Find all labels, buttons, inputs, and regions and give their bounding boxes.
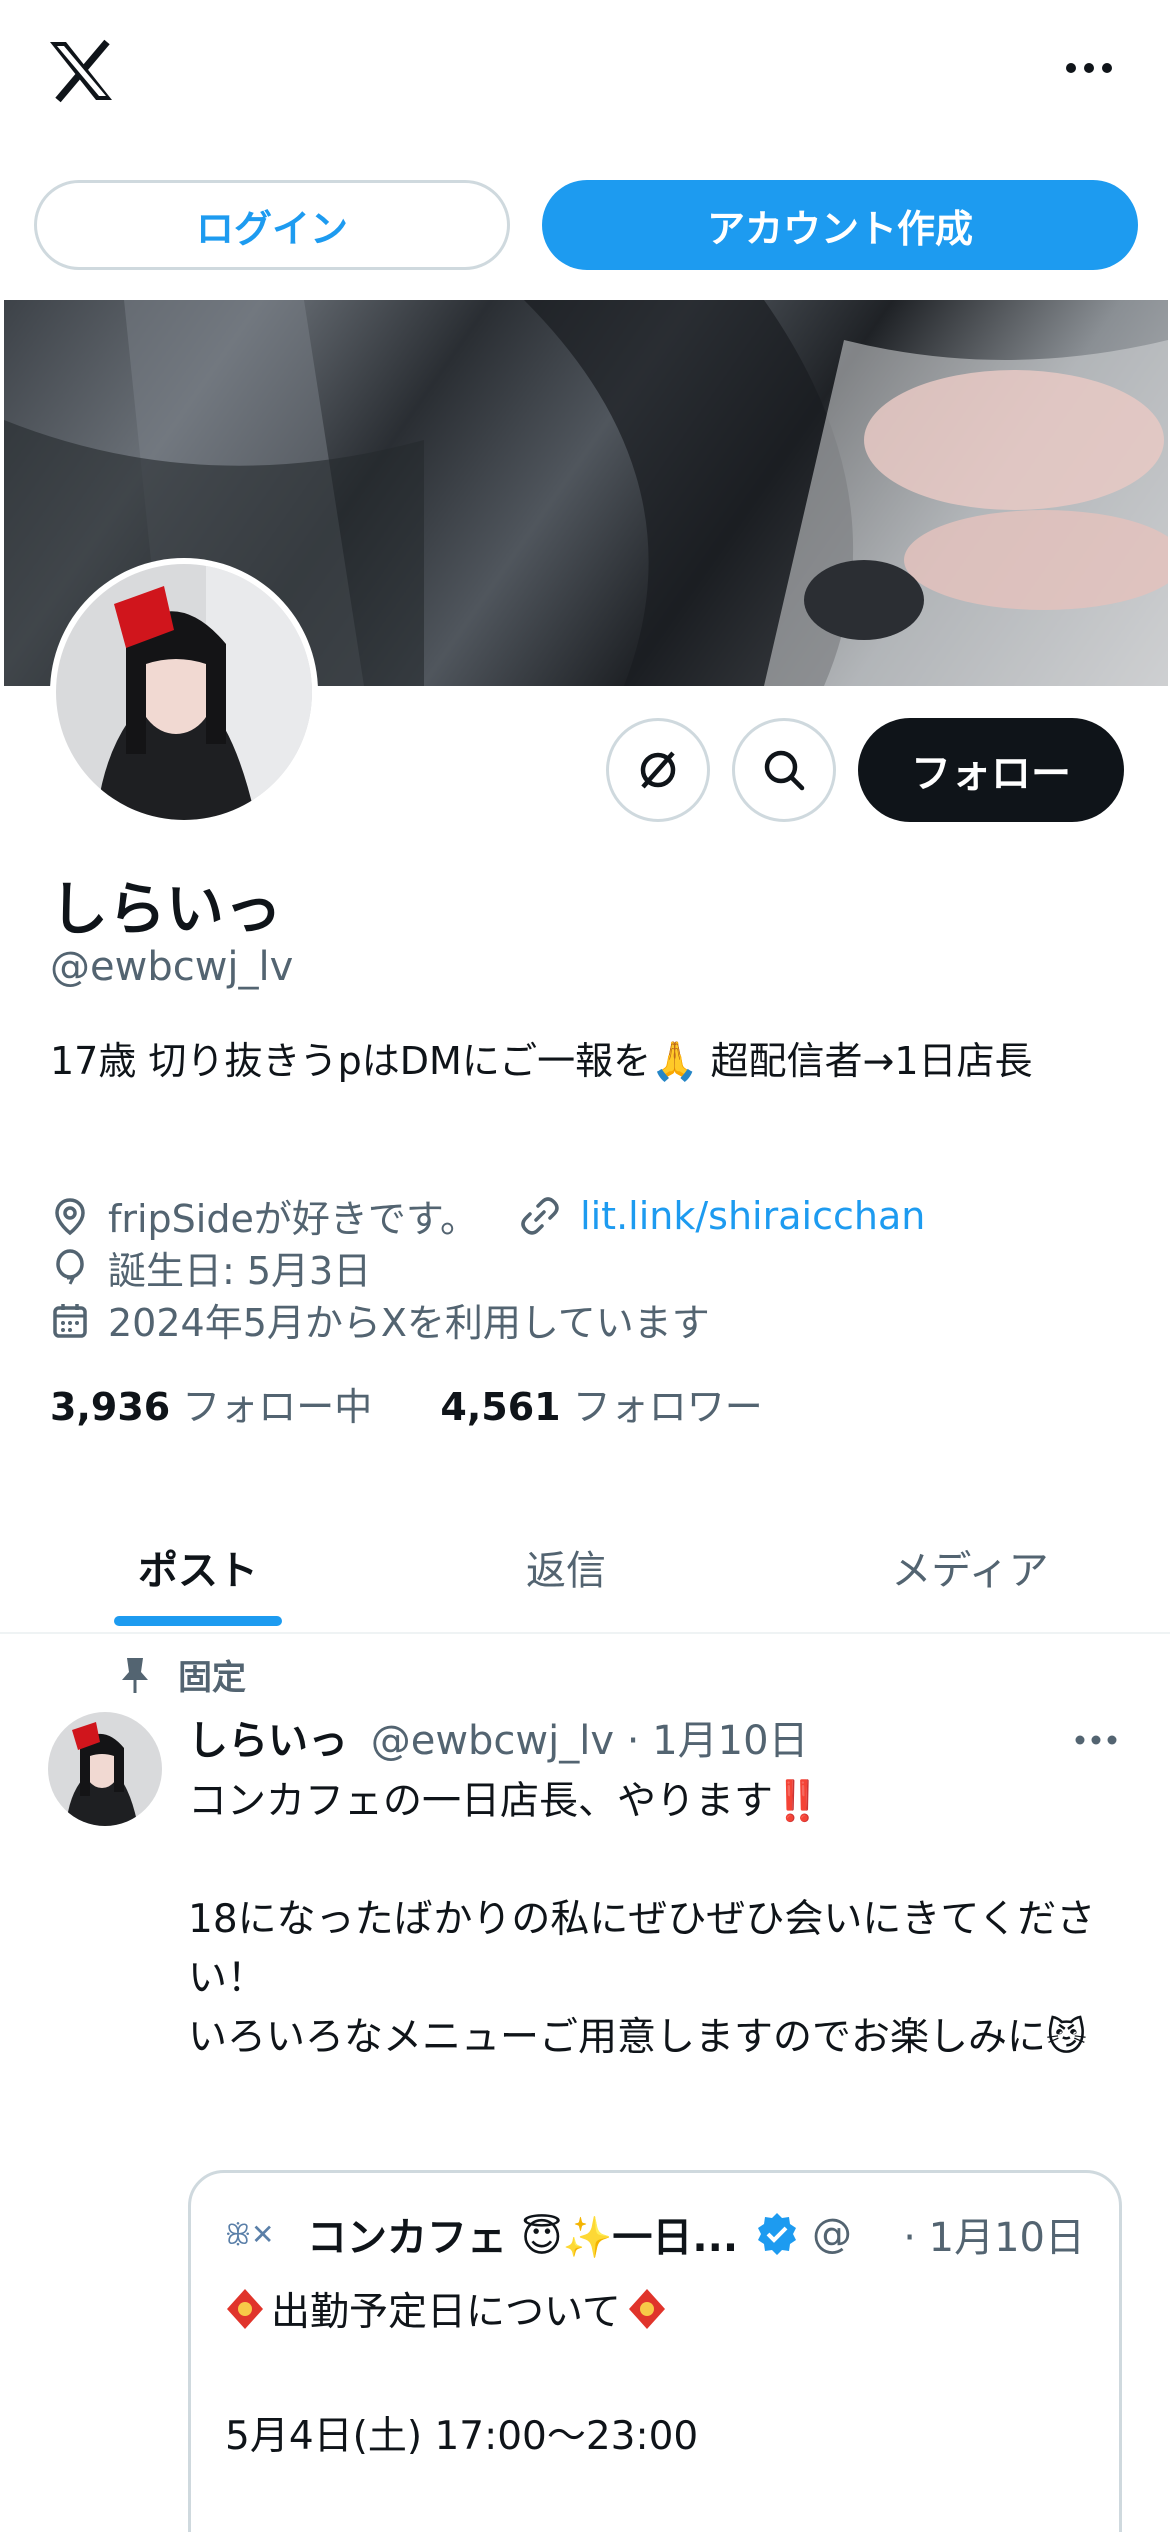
- profile-avatar[interactable]: [50, 558, 318, 826]
- top-bar: [0, 0, 1170, 150]
- quoted-line-1: 出勤予定日について: [225, 2281, 667, 2337]
- post-author-name[interactable]: しらいっ: [188, 1718, 348, 1764]
- grok-icon: [640, 751, 676, 789]
- grok-button[interactable]: [606, 718, 710, 822]
- profile-handle: @ewbcwj_lv: [50, 944, 294, 990]
- location-text: fripSideが好きです。: [108, 1197, 479, 1241]
- post-header: しらいっ @ewbcwj_lv · 1月10日: [188, 1708, 809, 1766]
- followers-link[interactable]: 4,561 フォロワー: [440, 1385, 762, 1429]
- post-text: コンカフェの一日店長、やります‼️ 18になったばかりの私にぜひぜひ会いにきてく…: [188, 1779, 1096, 2060]
- search-button[interactable]: [732, 718, 836, 822]
- quoted-post-date: · 1月10日: [903, 2215, 1085, 2261]
- following-count: 3,936: [50, 1385, 171, 1429]
- red-envelope-icon: [628, 2289, 665, 2329]
- profile-bio: 17歳 切り抜きうpはDMにご一報を🙏 超配信者→1日店長: [50, 1039, 1033, 1083]
- location-icon: [55, 1197, 85, 1235]
- verified-badge-icon: [758, 2213, 797, 2255]
- tab-replies[interactable]: 返信: [366, 1500, 766, 1634]
- following-label: フォロー中: [182, 1385, 373, 1429]
- display-name: しらいっ: [50, 875, 283, 943]
- pin-icon: [122, 1657, 148, 1693]
- post-separator: ·: [626, 1718, 640, 1764]
- birthday-row: 誕生日: 5月3日: [50, 1240, 371, 1295]
- quoted-post-header: ꕥ✕ コンカフェ 😇✨一日... @ · 1月10日: [225, 2205, 1085, 2263]
- profile-tabs: ポスト 返信 メディア: [0, 1500, 1170, 1634]
- followers-label: フォロワー: [572, 1385, 763, 1429]
- quoted-post[interactable]: ꕥ✕ コンカフェ 😇✨一日... @ · 1月10日 出勤予定日について 5月4…: [188, 2170, 1122, 2532]
- follow-stats: 3,936 フォロー中 4,561 フォロワー: [50, 1376, 763, 1431]
- x-logo-icon[interactable]: [46, 38, 116, 104]
- quoted-line-1-text: 出勤予定日について: [271, 2290, 621, 2335]
- location-row: fripSideが好きです。 lit.link/shiraicchan: [50, 1188, 925, 1243]
- svg-text:ꕥ✕: ꕥ✕: [225, 2218, 274, 2251]
- avatar: [56, 564, 312, 820]
- active-tab-indicator: [114, 1616, 282, 1626]
- balloon-icon: [56, 1248, 84, 1285]
- quoted-author-avatar: ꕥ✕: [225, 2218, 274, 2251]
- followers-count: 4,561: [440, 1385, 561, 1429]
- link-icon: [521, 1196, 559, 1235]
- joined-row: 2024年5月からXを利用しています: [50, 1292, 710, 1347]
- tab-posts[interactable]: ポスト: [0, 1500, 396, 1634]
- quoted-author-handle: @: [812, 2211, 853, 2257]
- quoted-line-2: 5月4日(土) 17:00〜23:00: [225, 2414, 699, 2459]
- calendar-icon: [53, 1303, 87, 1338]
- create-account-button[interactable]: アカウント作成: [542, 180, 1138, 270]
- more-horizontal-icon[interactable]: [1064, 58, 1114, 78]
- post-author-handle[interactable]: @ewbcwj_lv: [371, 1718, 614, 1764]
- tab-media[interactable]: メディア: [770, 1500, 1170, 1634]
- red-envelope-icon: [227, 2289, 263, 2329]
- login-button[interactable]: ログイン: [34, 180, 510, 270]
- post-author-avatar[interactable]: [48, 1712, 162, 1826]
- pinned-text: 固定: [178, 1658, 246, 1698]
- search-icon: [764, 750, 805, 791]
- post-more-icon[interactable]: [1074, 1732, 1118, 1748]
- follow-button[interactable]: フォロー: [858, 718, 1124, 822]
- birthday-text: 誕生日: 5月3日: [108, 1249, 372, 1293]
- post-date[interactable]: 1月10日: [652, 1718, 808, 1764]
- joined-text: 2024年5月からXを利用しています: [108, 1301, 710, 1345]
- profile-link[interactable]: lit.link/shiraicchan: [580, 1194, 925, 1238]
- quoted-author-name: コンカフェ 😇✨一日...: [307, 2215, 739, 2261]
- following-link[interactable]: 3,936 フォロー中: [50, 1385, 372, 1429]
- pinned-label: 固定: [120, 1650, 246, 1699]
